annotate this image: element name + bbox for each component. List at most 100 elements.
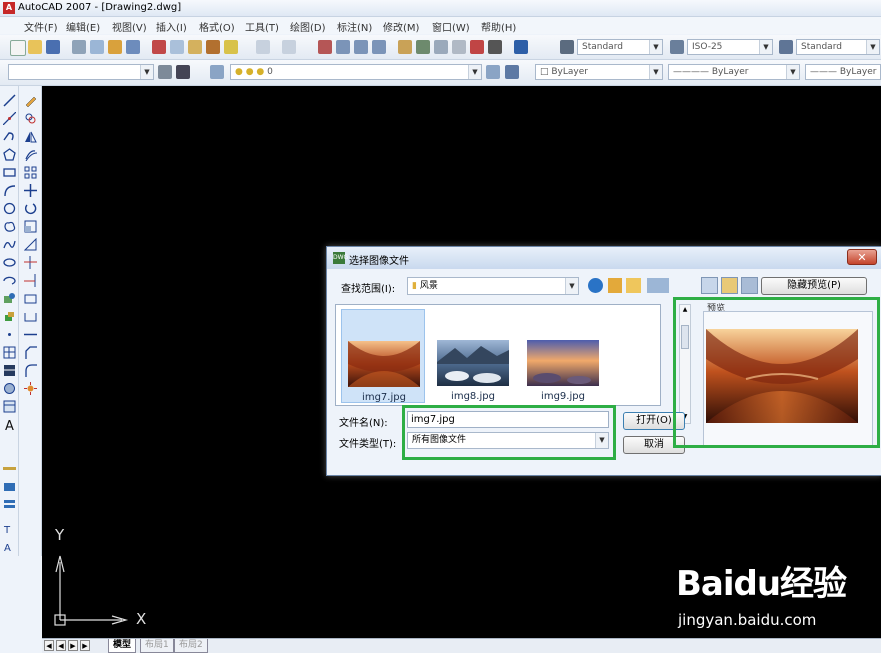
gradient-icon[interactable] [3, 364, 16, 377]
break-icon[interactable] [24, 310, 37, 323]
save-workspace-icon[interactable] [176, 65, 190, 79]
dock-grip-icon[interactable] [3, 462, 16, 475]
line-icon[interactable] [3, 94, 16, 107]
mirror-icon[interactable] [24, 130, 37, 143]
save-icon[interactable] [46, 40, 60, 54]
multiline-text-icon[interactable]: A [3, 418, 16, 431]
polyline-icon[interactable] [3, 130, 16, 143]
scale-icon[interactable] [24, 220, 37, 233]
tab-layout2[interactable]: 布局2 [174, 639, 208, 653]
revision-cloud-icon[interactable] [3, 220, 16, 233]
autocad-app-icon[interactable]: A [3, 2, 15, 14]
pan-icon[interactable] [318, 40, 332, 54]
sheet-set-icon[interactable] [452, 40, 466, 54]
table-icon[interactable] [3, 400, 16, 413]
insert-block-icon[interactable] [3, 292, 16, 305]
lookin-dropdown[interactable]: ▮ 风景 ▼ [407, 277, 579, 295]
3d-dwf-icon[interactable] [126, 40, 140, 54]
dimension-style-icon[interactable] [670, 40, 684, 54]
tab-model[interactable]: 模型 [108, 639, 137, 653]
chamfer-icon[interactable] [24, 346, 37, 359]
menu-draw[interactable]: 绘图(D) [290, 19, 326, 34]
properties-icon[interactable] [398, 40, 412, 54]
copy-icon[interactable] [170, 40, 184, 54]
help-icon[interactable] [514, 40, 528, 54]
table-style-dropdown[interactable]: Standard ▼ [796, 39, 880, 55]
menu-file[interactable]: 文件(F) [24, 19, 58, 34]
workspace-dropdown[interactable]: ▼ [8, 64, 154, 80]
linetype-dropdown[interactable]: ———— ByLayer ▼ [668, 64, 800, 80]
first-tab-button[interactable]: ◀ [44, 640, 54, 651]
block-editor-icon[interactable] [224, 40, 238, 54]
menu-edit[interactable]: 编辑(E) [66, 19, 100, 34]
open-icon[interactable] [28, 40, 42, 54]
tab-layout1[interactable]: 布局1 [140, 639, 174, 653]
region-icon[interactable] [3, 382, 16, 395]
thumbnail-view-icon[interactable] [741, 277, 758, 294]
make-current-layer-icon[interactable] [486, 65, 500, 79]
menu-help[interactable]: 帮助(H) [481, 19, 516, 34]
menu-modify[interactable]: 修改(M) [383, 19, 419, 34]
explode-icon[interactable] [24, 382, 37, 395]
last-tab-button[interactable]: ▶ [80, 640, 90, 651]
print-icon[interactable] [72, 40, 86, 54]
erase-icon[interactable] [24, 94, 37, 107]
point-icon[interactable] [3, 328, 16, 341]
fillet-icon[interactable] [24, 364, 37, 377]
dialog-close-button[interactable]: ✕ [847, 249, 877, 265]
move-icon[interactable] [24, 184, 37, 197]
spline-icon[interactable] [3, 238, 16, 251]
extend-icon[interactable] [24, 274, 37, 287]
polygon-icon[interactable] [3, 148, 16, 161]
text-align-icon[interactable]: T [3, 522, 16, 535]
layer-dropdown[interactable]: ● ● ● 0 ▼ [230, 64, 482, 80]
file-item[interactable]: img9.jpg [521, 309, 605, 403]
construction-line-icon[interactable] [3, 112, 16, 125]
menu-dimension[interactable]: 标注(N) [337, 19, 372, 34]
design-center-icon[interactable] [416, 40, 430, 54]
rotate-icon[interactable] [24, 202, 37, 215]
stretch-icon[interactable] [24, 238, 37, 251]
back-icon[interactable] [588, 278, 603, 293]
menu-view[interactable]: 视图(V) [112, 19, 147, 34]
break-at-point-icon[interactable] [24, 292, 37, 305]
menu-tools[interactable]: 工具(T) [245, 19, 279, 34]
ellipse-arc-icon[interactable] [3, 274, 16, 287]
paste-icon[interactable] [188, 40, 202, 54]
copy-object-icon[interactable] [24, 112, 37, 125]
views-menu-icon[interactable] [647, 278, 669, 293]
file-list[interactable]: img7.jpg img8.jpg img9.jpg [335, 304, 661, 406]
make-block-icon[interactable] [3, 310, 16, 323]
publish-icon[interactable] [108, 40, 122, 54]
dimension-style-dropdown[interactable]: ISO-25 ▼ [687, 39, 773, 55]
undo-icon[interactable] [256, 40, 270, 54]
menu-format[interactable]: 格式(O) [199, 19, 235, 34]
file-item[interactable]: img7.jpg [341, 309, 425, 403]
plot-preview-icon[interactable] [90, 40, 104, 54]
up-folder-icon[interactable] [608, 278, 622, 293]
redo-icon[interactable] [282, 40, 296, 54]
tool-palettes-icon[interactable] [434, 40, 448, 54]
scale-text-icon[interactable]: A [3, 540, 16, 553]
file-item[interactable]: img8.jpg [431, 309, 515, 403]
new-icon[interactable] [10, 40, 26, 56]
layer-previous-icon[interactable] [505, 65, 519, 79]
text-style-icon[interactable] [560, 40, 574, 54]
search-icon[interactable] [701, 277, 718, 294]
markup-icon[interactable] [470, 40, 484, 54]
zoom-window-icon[interactable] [354, 40, 368, 54]
text-style-dropdown[interactable]: Standard ▼ [577, 39, 663, 55]
menu-window[interactable]: 窗口(W) [432, 19, 470, 34]
offset-icon[interactable] [24, 148, 37, 161]
layer-icon[interactable] [3, 480, 16, 493]
ellipse-icon[interactable] [3, 256, 16, 269]
match-properties-icon[interactable] [206, 40, 220, 54]
zoom-realtime-icon[interactable] [336, 40, 350, 54]
new-folder-icon[interactable] [626, 278, 641, 293]
cut-icon[interactable] [152, 40, 166, 54]
prev-tab-button[interactable]: ◀ [56, 640, 66, 651]
lineweight-dropdown[interactable]: ——— ByLayer [805, 64, 881, 80]
rectangle-icon[interactable] [3, 166, 16, 179]
color-dropdown[interactable]: □ ByLayer ▼ [535, 64, 663, 80]
table-style-icon[interactable] [779, 40, 793, 54]
